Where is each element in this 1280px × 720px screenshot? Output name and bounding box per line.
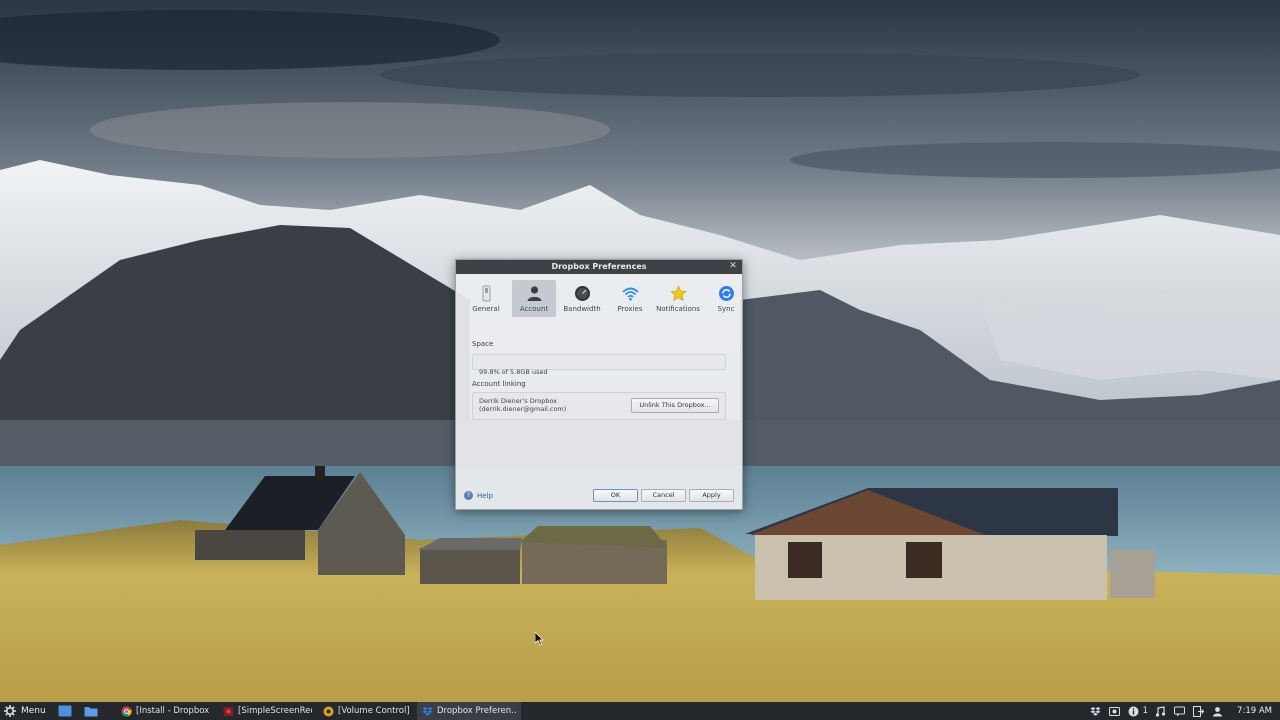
tab-sync[interactable]: Sync (704, 280, 748, 317)
close-button[interactable]: ✕ (728, 260, 738, 274)
dropbox-tray-icon[interactable] (1090, 706, 1101, 717)
space-usage-text: 99.8% of 5.8GB used (479, 368, 548, 376)
dialog-titlebar[interactable]: Dropbox Preferences ✕ (456, 260, 742, 274)
task-volume-control[interactable]: [Volume Control] (318, 702, 416, 720)
help-label: Help (477, 491, 493, 500)
gauge-icon (574, 286, 590, 301)
tab-general-label: General (472, 305, 500, 313)
recorder-icon (223, 706, 234, 716)
dropbox-icon (422, 706, 433, 716)
menu-button[interactable]: Menu (0, 702, 52, 720)
show-desktop-icon[interactable] (58, 705, 72, 717)
tab-notifications-label: Notifications (656, 305, 700, 313)
tab-proxies[interactable]: Proxies (608, 280, 652, 317)
dropbox-preferences-dialog: Dropbox Preferences ✕ General Account Ba… (455, 259, 743, 510)
clock[interactable]: 7:19 AM (1237, 706, 1272, 716)
sync-icon (718, 286, 734, 301)
mouse-cursor-icon (535, 632, 544, 646)
switch-icon (482, 285, 490, 302)
account-linking-group: Derrik Diener's Dropbox (derrik.diener@g… (472, 392, 726, 420)
task-label: [Volume Control] (338, 706, 410, 716)
task-chrome-install-dropbox[interactable]: [Install - Dropbox -... (116, 702, 217, 720)
ok-button[interactable]: OK (593, 489, 638, 502)
taskbar: Menu [Install - Dropbox -... [SimpleScre… (0, 702, 1280, 720)
space-section-label: Space (472, 340, 494, 348)
space-group: 99.8% of 5.8GB used (472, 354, 726, 376)
folder-icon[interactable] (84, 705, 98, 717)
user-icon (527, 286, 541, 301)
exit-icon[interactable] (1193, 705, 1205, 717)
task-simplescreenrecorder[interactable]: [SimpleScreenRec... (218, 702, 317, 720)
apply-button[interactable]: Apply (689, 489, 734, 502)
volume-icon (323, 706, 334, 716)
tab-notifications[interactable]: Notifications (656, 280, 700, 317)
dialog-footer: ? Help OK Cancel Apply (464, 489, 736, 503)
tab-bandwidth-label: Bandwidth (563, 305, 601, 313)
user-tray-icon[interactable] (1212, 706, 1223, 717)
tab-account-label: Account (519, 305, 549, 313)
task-dropbox-preferences[interactable]: Dropbox Preferen... (417, 702, 521, 720)
preferences-tabbar: General Account Bandwidth Proxies Notifi… (464, 280, 752, 318)
chat-bubble-icon[interactable] (1174, 706, 1186, 717)
tab-general[interactable]: General (464, 280, 508, 317)
task-label: [Install - Dropbox -... (136, 706, 212, 716)
tab-proxies-label: Proxies (617, 305, 643, 313)
tab-account[interactable]: Account (512, 280, 556, 317)
menu-label: Menu (21, 706, 46, 716)
star-icon (669, 285, 687, 302)
chrome-icon (121, 706, 132, 717)
dialog-title: Dropbox Preferences (551, 262, 647, 271)
task-label: [SimpleScreenRec... (238, 706, 312, 716)
music-note-icon[interactable] (1155, 705, 1166, 717)
gear-icon (4, 705, 16, 717)
cancel-button[interactable]: Cancel (641, 489, 686, 502)
system-tray: 1 7:19 AM (1086, 702, 1280, 720)
help-link[interactable]: ? Help (464, 491, 493, 500)
unlink-dropbox-button[interactable]: Unlink This Dropbox... (631, 398, 719, 413)
account-panel: Space 99.8% of 5.8GB used Account linkin… (472, 331, 726, 420)
task-label: Dropbox Preferen... (437, 706, 516, 716)
info-icon[interactable] (1128, 706, 1139, 717)
tab-sync-label: Sync (717, 305, 735, 313)
notification-count: 1 (1142, 706, 1149, 716)
account-linking-label: Account linking (472, 380, 526, 388)
tab-bandwidth[interactable]: Bandwidth (560, 280, 604, 317)
help-icon: ? (464, 491, 473, 500)
wifi-icon (621, 287, 639, 301)
screen-recorder-tray-icon[interactable] (1108, 706, 1120, 717)
